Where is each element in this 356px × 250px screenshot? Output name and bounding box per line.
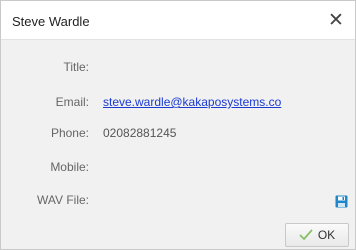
close-icon: ✕ [328, 9, 344, 31]
email-label: Email: [55, 95, 89, 109]
email-row: Email: steve.wardle@kakaposystems.co [1, 95, 355, 113]
wav-file-row: WAV File: [1, 193, 355, 211]
contact-dialog: Steve Wardle ✕ Title: Email: steve.wardl… [0, 0, 356, 250]
phone-label: Phone: [50, 126, 89, 140]
title-label: Title: [63, 60, 89, 74]
mobile-row: Mobile: [1, 160, 355, 178]
mobile-label: Mobile: [50, 160, 89, 174]
title-bar: Steve Wardle ✕ [1, 1, 355, 40]
ok-button[interactable]: OK [285, 223, 349, 247]
floppy-save-icon[interactable] [335, 195, 348, 208]
checkmark-icon [299, 229, 313, 240]
phone-value: 02082881245 [103, 126, 177, 140]
wav-file-label: WAV File: [36, 193, 89, 207]
phone-row: Phone: 02082881245 [1, 126, 355, 144]
title-row: Title: [1, 60, 355, 78]
dialog-title: Steve Wardle [12, 14, 90, 29]
dialog-body: Title: Email: steve.wardle@kakaposystems… [1, 40, 355, 249]
close-button[interactable]: ✕ [325, 9, 347, 31]
email-link[interactable]: steve.wardle@kakaposystems.co [103, 95, 281, 109]
ok-button-label: OK [317, 228, 336, 242]
